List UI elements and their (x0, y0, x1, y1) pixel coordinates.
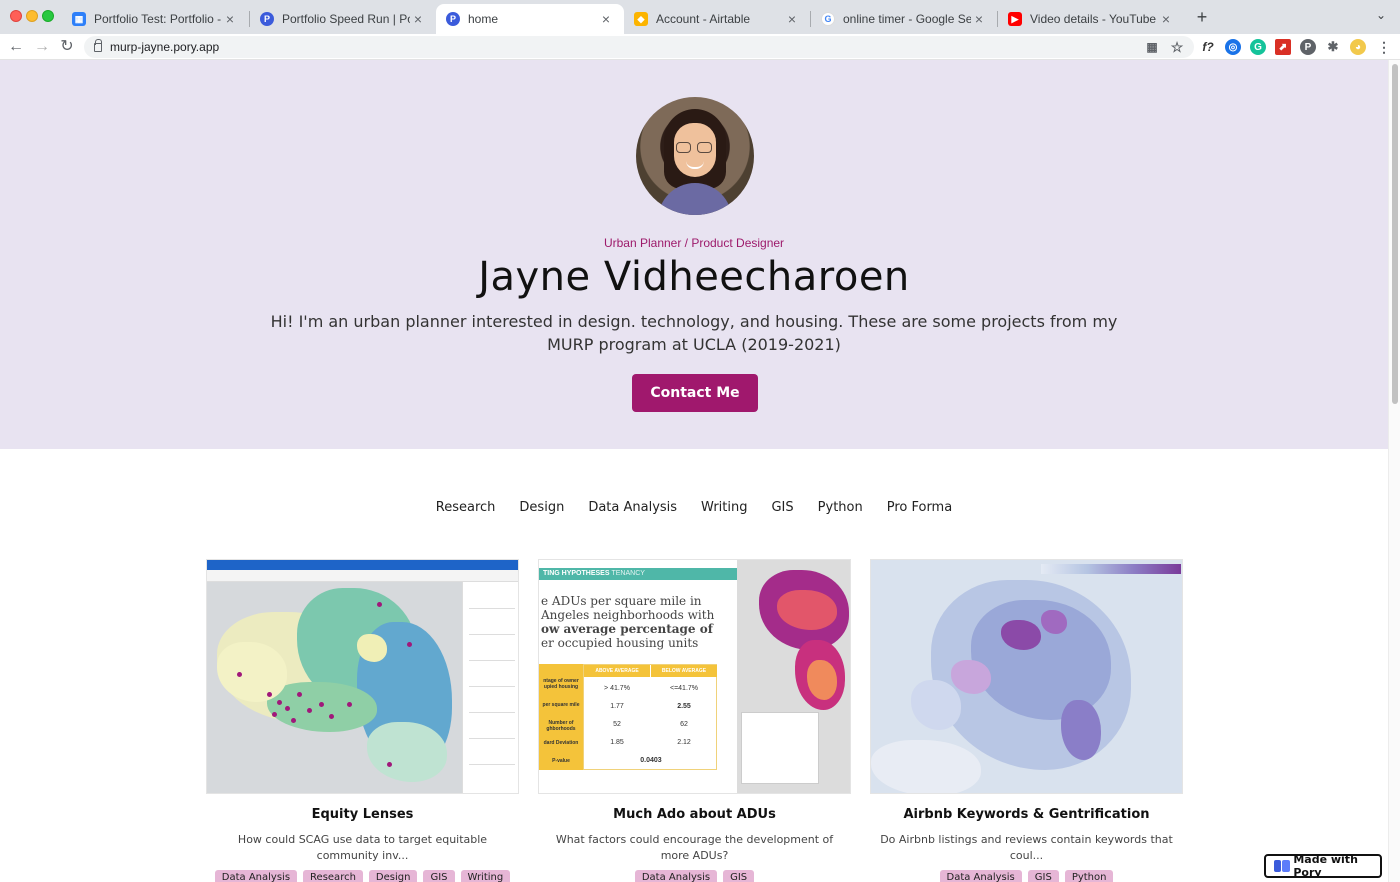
tab-title: home (468, 12, 499, 26)
hero-section: Urban Planner / Product Designer Jayne V… (0, 60, 1388, 449)
project-card-equity-lenses[interactable]: Equity Lenses How could SCAG use data to… (206, 559, 519, 882)
browser-tab-bar: ▦ Portfolio Test: Portfolio - Airtab × P… (0, 0, 1400, 34)
tag: Data Analysis (939, 870, 1022, 882)
maximize-window-button[interactable] (42, 10, 54, 22)
close-icon[interactable]: × (784, 11, 800, 27)
airtable-icon: ◆ (634, 12, 648, 26)
extension-icon[interactable]: ◎ (1225, 39, 1241, 55)
google-icon: G (821, 12, 835, 26)
pinterest-icon[interactable]: P (1300, 39, 1316, 55)
tag: Writing (460, 870, 511, 882)
project-title: Much Ado about ADUs (613, 807, 776, 822)
pory-icon: P (260, 12, 274, 26)
tab-title: Portfolio Test: Portfolio - Airtab (94, 12, 222, 26)
tag: Research (303, 870, 363, 882)
tag: Design (368, 870, 418, 882)
browser-toolbar: ← → ↻ murp-jayne.pory.app ▦ ☆ f? ◎ G ⬈ P… (0, 34, 1400, 60)
badge-label: Made with Pory (1293, 853, 1358, 879)
project-description: What factors could encourage the develop… (555, 833, 834, 862)
page-content: Urban Planner / Product Designer Jayne V… (0, 60, 1388, 882)
tag: GIS (1027, 870, 1059, 882)
extensions-puzzle-icon[interactable]: ✱ (1325, 39, 1341, 55)
browser-tab[interactable]: ◆ Account - Airtable × (624, 4, 810, 34)
infographic-text: e ADUs per square mile in Angeles neighb… (541, 594, 715, 650)
hero-bio: Hi! I'm an urban planner interested in d… (270, 312, 1118, 354)
browser-tab[interactable]: ▦ Portfolio Test: Portfolio - Airtab × (62, 4, 248, 34)
project-title: Equity Lenses (311, 807, 414, 822)
pdf-icon[interactable]: ⬈ (1275, 39, 1291, 55)
browser-tab[interactable]: ▶ Video details - YouTube Studio × (998, 4, 1184, 34)
tag: GIS (423, 870, 455, 882)
project-thumbnail-map[interactable] (206, 559, 519, 794)
profile-photo (636, 97, 754, 215)
tab-title: Account - Airtable (656, 12, 751, 26)
hero-subtitle: Urban Planner / Product Designer (603, 236, 785, 250)
filter-bar: Research Design Data Analysis Writing GI… (0, 500, 1388, 515)
tag: GIS (723, 870, 755, 882)
more-menu-icon[interactable]: ⋮ (1376, 39, 1392, 55)
adu-map (737, 560, 850, 793)
project-thumbnail-choropleth[interactable] (870, 559, 1183, 794)
close-icon[interactable]: × (598, 11, 614, 27)
infographic-table: ABOVE AVERAGE BELOW AVERAGE > 41.7% <=41… (583, 664, 717, 770)
browser-tab-active[interactable]: P home × (436, 4, 624, 34)
close-icon[interactable]: × (222, 11, 238, 27)
address-bar[interactable]: murp-jayne.pory.app (84, 36, 1194, 58)
project-description: How could SCAG use data to target equita… (237, 833, 488, 862)
project-thumbnail-infographic[interactable]: TING HYPOTHESES TENANCY e ADUs per squar… (538, 559, 851, 794)
tag: Data Analysis (214, 870, 298, 882)
filter-data-analysis[interactable]: Data Analysis (576, 500, 689, 515)
close-icon[interactable]: × (1158, 11, 1174, 27)
url-text: murp-jayne.pory.app (110, 40, 220, 54)
filter-writing[interactable]: Writing (689, 500, 759, 515)
pory-logo-icon (1274, 860, 1290, 872)
scrollbar-thumb[interactable] (1392, 64, 1398, 404)
filter-gis[interactable]: GIS (759, 500, 805, 515)
forward-arrow-icon[interactable]: → (32, 37, 52, 57)
tag: Python (1064, 870, 1114, 882)
reload-icon[interactable]: ↻ (57, 37, 77, 57)
grammarly-icon[interactable]: G (1250, 39, 1266, 55)
qr-code-icon[interactable]: ▦ (1144, 39, 1160, 55)
minimize-window-button[interactable] (26, 10, 38, 22)
pory-icon: P (446, 12, 460, 26)
tab-search-chevron-icon[interactable]: ⌄ (1376, 8, 1386, 22)
lock-icon (94, 38, 102, 52)
tag: Data Analysis (634, 870, 718, 882)
browser-tab[interactable]: P Portfolio Speed Run | Pory × (250, 4, 436, 34)
page-scrollbar[interactable] (1388, 60, 1400, 882)
close-window-button[interactable] (10, 10, 22, 22)
font-finder-icon[interactable]: f? (1200, 39, 1216, 55)
youtube-icon: ▶ (1008, 12, 1022, 26)
project-description: Do Airbnb listings and reviews contain k… (880, 833, 1173, 862)
close-icon[interactable]: × (971, 11, 987, 27)
infographic-header: TING HYPOTHESES TENANCY (539, 568, 737, 580)
browser-tab[interactable]: G online timer - Google Search × (811, 4, 997, 34)
filter-pro-forma[interactable]: Pro Forma (875, 500, 964, 515)
back-arrow-icon[interactable]: ← (6, 37, 26, 57)
airtable-grid-icon: ▦ (72, 12, 86, 26)
contact-me-button[interactable]: Contact Me (632, 374, 758, 412)
made-with-pory-badge[interactable]: Made with Pory (1264, 853, 1382, 879)
close-icon[interactable]: × (410, 11, 426, 27)
new-tab-button[interactable]: + (1192, 6, 1212, 28)
tab-title: Video details - YouTube Studio (1030, 12, 1158, 26)
bookmark-star-icon[interactable]: ☆ (1169, 39, 1185, 55)
project-card-airbnb[interactable]: Airbnb Keywords & Gentrification Do Airb… (870, 559, 1183, 882)
project-title: Airbnb Keywords & Gentrification (903, 807, 1150, 822)
filter-design[interactable]: Design (507, 500, 576, 515)
tab-title: Portfolio Speed Run | Pory (282, 12, 410, 26)
hero-name: Jayne Vidheecharoen (478, 254, 910, 300)
filter-research[interactable]: Research (424, 500, 508, 515)
profile-avatar-icon[interactable]: ◕ (1350, 39, 1366, 55)
filter-python[interactable]: Python (806, 500, 875, 515)
project-tags: Data Analysis Research Design GIS Writin… (206, 870, 519, 882)
project-tags: Data Analysis GIS Python (870, 870, 1183, 882)
project-tags: Data Analysis GIS (538, 870, 851, 882)
project-card-adus[interactable]: TING HYPOTHESES TENANCY e ADUs per squar… (538, 559, 851, 882)
tab-title: online timer - Google Search (843, 12, 971, 26)
